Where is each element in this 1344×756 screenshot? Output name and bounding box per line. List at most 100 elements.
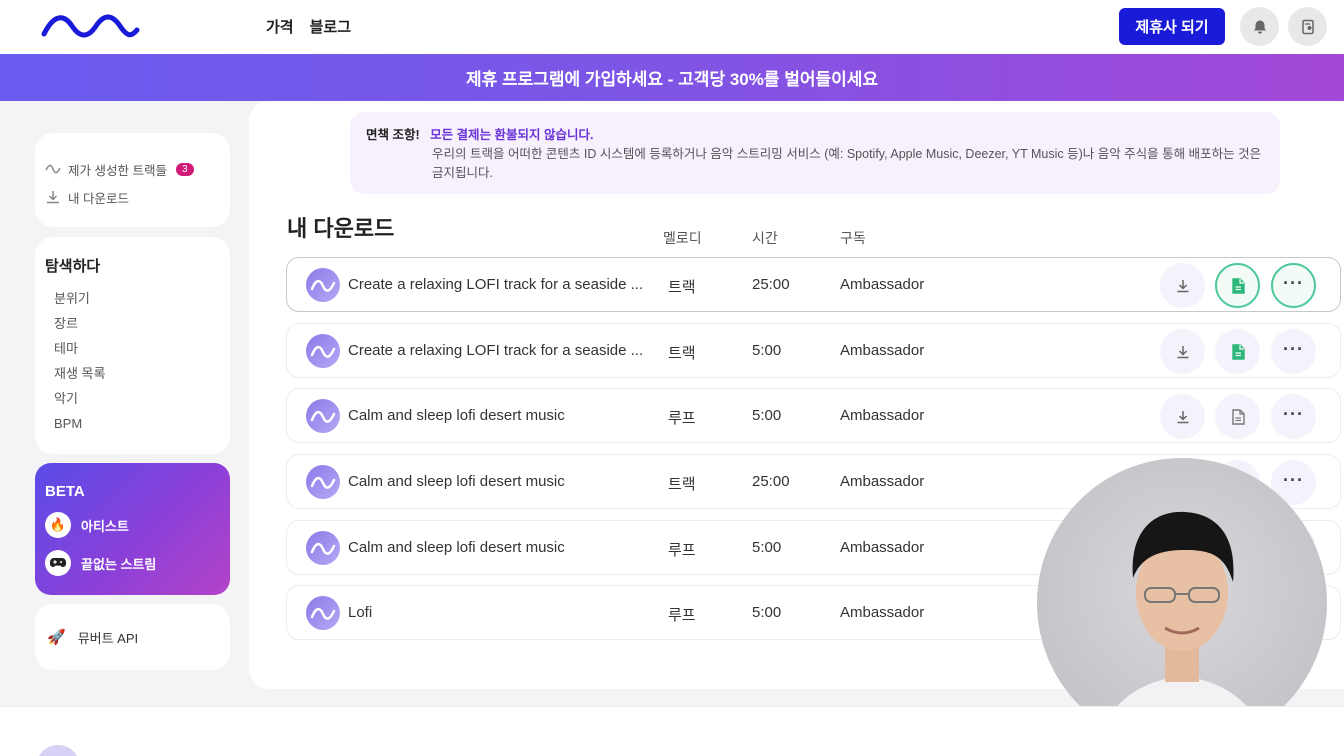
sidebar-item-label: 뮤버트 API (77, 630, 139, 646)
notifications-button[interactable] (1240, 7, 1279, 46)
download-icon (47, 191, 59, 204)
license-file-button[interactable] (1215, 394, 1260, 439)
wave-avatar-icon (310, 542, 336, 555)
fire-icon: 🔥 (45, 512, 71, 538)
download-icon (1177, 410, 1188, 423)
sidebar-item-label: 제가 생성한 트랙들 (68, 163, 167, 178)
track-subscription: Ambassador (840, 407, 925, 424)
nav-pricing[interactable]: 가격 (266, 16, 294, 37)
track-name[interactable]: Calm and sleep lofi desert music (348, 539, 660, 556)
track-avatar (306, 334, 340, 368)
top-header: 가격 블로그 제휴사 되기 (0, 0, 1344, 54)
explore-card: 탐색하다 분위기 장르 테마 재생 목록 악기 BPM (35, 237, 230, 454)
sidebar-item-genre[interactable]: 장르 (45, 311, 220, 336)
presenter-silhouette (1097, 511, 1267, 748)
wave-avatar-icon (310, 410, 336, 423)
track-duration: 5:00 (752, 539, 782, 556)
sidebar-item-label: 끝없는 스트림 (81, 556, 157, 572)
become-affiliate-button[interactable]: 제휴사 되기 (1119, 8, 1225, 45)
track-subscription: Ambassador (840, 342, 925, 359)
track-kind: 트랙 (668, 476, 696, 493)
more-options-button[interactable]: ··· (1271, 263, 1316, 308)
sidebar-item-endless-stream[interactable]: 끝없는 스트림 (45, 544, 220, 582)
track-avatar (306, 596, 340, 630)
disclaimer-highlight: 모든 결제는 환불되지 않습니다. (430, 128, 594, 142)
table-row[interactable]: Create a relaxing LOFI track for a seasi… (286, 257, 1341, 312)
table-row[interactable]: Calm and sleep lofi desert music 루프 5:00 Am… (286, 388, 1341, 443)
player-avatar[interactable] (36, 745, 80, 756)
more-options-button[interactable]: ··· (1271, 394, 1316, 439)
track-kind: 루프 (668, 607, 696, 624)
file-icon (1231, 277, 1245, 294)
track-duration: 25:00 (752, 276, 790, 293)
disclaimer-label: 면책 조항! (366, 128, 420, 142)
wave-icon (45, 164, 61, 174)
main-nav: 가격 블로그 (266, 16, 351, 37)
track-kind: 트랙 (668, 345, 696, 362)
download-icon (1177, 279, 1188, 292)
license-file-button[interactable] (1215, 329, 1260, 374)
sidebar-item-instruments[interactable]: 악기 (45, 386, 220, 411)
track-subscription: Ambassador (840, 539, 925, 556)
beta-title: BETA (45, 483, 85, 500)
more-icon: ··· (1283, 469, 1304, 490)
download-icon (1177, 345, 1188, 358)
disclaimer-box: 면책 조항! 모든 결제는 환불되지 않습니다. 우리의 트랙을 어떠한 콘텐츠… (350, 112, 1280, 194)
nav-blog[interactable]: 블로그 (310, 16, 351, 37)
wave-avatar-icon (310, 345, 336, 358)
track-kind: 루프 (668, 410, 696, 427)
column-header-time: 시간 (752, 230, 778, 246)
affiliate-banner-text: 제휴 프로그램에 가입하세요 - 고객당 30%를 벌어들이세요 (465, 70, 879, 89)
sidebar-item-label: 아티스트 (81, 518, 129, 534)
affiliate-banner[interactable]: 제휴 프로그램에 가입하세요 - 고객당 30%를 벌어들이세요 (0, 54, 1344, 101)
track-name[interactable]: Create a relaxing LOFI track for a seasi… (348, 276, 660, 293)
sidebar-item-artists[interactable]: 🔥 아티스트 (45, 506, 220, 544)
sidebar-item-bpm[interactable]: BPM (45, 411, 220, 436)
more-options-button[interactable]: ··· (1271, 329, 1316, 374)
account-button[interactable] (1288, 7, 1327, 46)
document-user-icon (1301, 19, 1314, 34)
disclaimer-body: 우리의 트랙을 어떠한 콘텐츠 ID 시스템에 등록하거나 음악 스트리밍 서비… (432, 147, 1262, 180)
download-button[interactable] (1160, 329, 1205, 374)
sidebar-item-my-downloads[interactable]: 내 다운로드 (45, 183, 220, 211)
track-name[interactable]: Create a relaxing LOFI track for a seasi… (348, 342, 660, 359)
column-header-melody: 멜로디 (663, 230, 702, 246)
download-button[interactable] (1160, 394, 1205, 439)
file-icon (1231, 408, 1245, 425)
track-kind: 트랙 (668, 279, 696, 296)
file-icon (1231, 343, 1245, 360)
wave-avatar-icon (310, 607, 336, 620)
track-duration: 25:00 (752, 473, 790, 490)
track-duration: 5:00 (752, 407, 782, 424)
more-icon: ··· (1283, 272, 1304, 293)
gamepad-icon (45, 550, 71, 576)
track-kind: 루프 (668, 542, 696, 559)
track-avatar (306, 465, 340, 499)
track-subscription: Ambassador (840, 473, 925, 490)
download-button[interactable] (1160, 263, 1205, 308)
wave-avatar-icon (310, 279, 336, 292)
explore-title: 탐색하다 (45, 258, 101, 275)
wave-avatar-icon (310, 476, 336, 489)
webcam-overlay (1037, 458, 1327, 748)
track-name[interactable]: Lofi (348, 604, 660, 621)
track-name[interactable]: Calm and sleep lofi desert music (348, 473, 660, 490)
beta-card: BETA 🔥 아티스트 끝없는 스트림 (35, 463, 230, 595)
my-library-card: 제가 생성한 트랙들 3 내 다운로드 (35, 133, 230, 227)
sidebar-item-playlists[interactable]: 재생 목록 (45, 361, 220, 386)
track-name[interactable]: Calm and sleep lofi desert music (348, 407, 660, 424)
sidebar-item-api[interactable]: 🚀 뮤버트 API (35, 604, 230, 670)
bottom-player-bar (0, 706, 1344, 756)
track-avatar (306, 399, 340, 433)
track-subscription: Ambassador (840, 604, 925, 621)
sidebar-item-my-tracks[interactable]: 제가 생성한 트랙들 3 (45, 155, 220, 183)
table-row[interactable]: Create a relaxing LOFI track for a seasi… (286, 323, 1341, 378)
license-file-button[interactable] (1215, 263, 1260, 308)
track-duration: 5:00 (752, 342, 782, 359)
more-icon: ··· (1283, 403, 1304, 424)
sidebar-item-theme[interactable]: 테마 (45, 336, 220, 361)
track-avatar (306, 268, 340, 302)
wave-logo-icon[interactable] (40, 12, 140, 40)
more-icon: ··· (1283, 338, 1304, 359)
sidebar-item-mood[interactable]: 분위기 (45, 286, 220, 311)
